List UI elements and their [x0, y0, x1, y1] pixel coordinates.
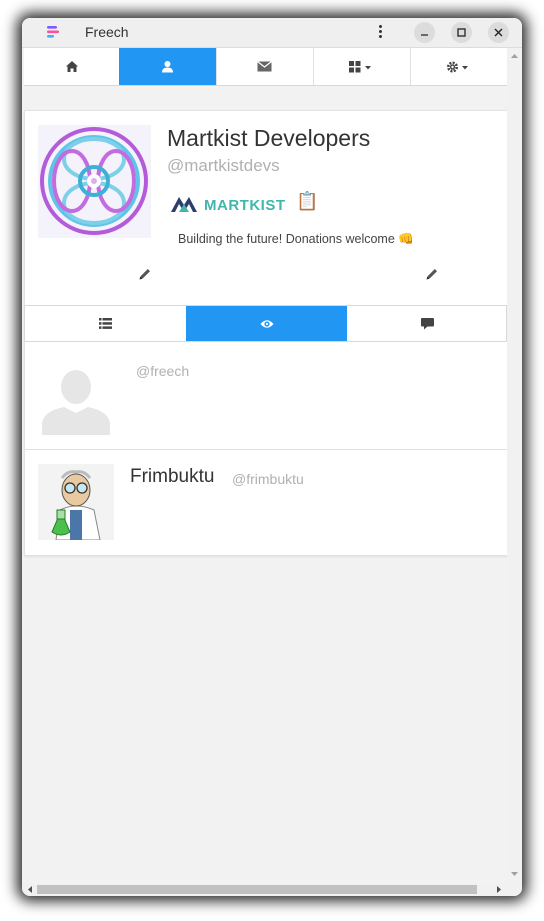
minimize-icon	[421, 34, 428, 36]
svg-text:MARTKIST: MARTKIST	[204, 197, 286, 214]
profile-name: Martkist Developers	[167, 125, 371, 151]
martkist-logo: MARTKIST	[171, 197, 286, 214]
nav-profile-tab[interactable]	[119, 48, 217, 85]
freech-logo-icon	[47, 26, 59, 38]
envelope-icon	[257, 61, 272, 72]
scrollbar-corner	[507, 883, 522, 896]
clipboard-emoji: 📋	[296, 191, 319, 211]
top-navbar	[24, 48, 507, 86]
eye-icon	[260, 319, 273, 328]
window-title: Freech	[85, 24, 129, 40]
list-icon	[99, 318, 112, 329]
tab-posts[interactable]	[25, 306, 186, 341]
minimize-button[interactable]	[414, 22, 435, 43]
scroll-right-icon[interactable]	[493, 883, 505, 896]
scientist-avatar	[38, 464, 114, 540]
following-item-freech[interactable]: @freech	[25, 342, 507, 450]
edit-profile-icon[interactable]	[425, 267, 439, 281]
profile-handle: @martkistdevs	[167, 156, 280, 175]
user-icon	[162, 61, 173, 73]
nav-home-tab[interactable]	[24, 48, 120, 85]
nav-settings-dropdown[interactable]	[410, 48, 507, 85]
default-avatar-icon	[38, 359, 114, 435]
profile-tabs	[24, 305, 507, 342]
profile-avatar	[38, 125, 151, 238]
following-handle: @frimbuktu	[232, 471, 304, 487]
scroll-down-icon[interactable]	[507, 868, 522, 880]
following-item-frimbuktu[interactable]: Frimbuktu @frimbuktu	[25, 450, 507, 555]
maximize-button[interactable]	[451, 22, 472, 43]
close-icon	[494, 28, 503, 37]
home-icon	[65, 61, 78, 72]
nav-apps-dropdown[interactable]	[313, 48, 411, 85]
title-bar: Freech	[22, 18, 522, 48]
vertical-scrollbar[interactable]	[507, 48, 522, 883]
main-content: Martkist Developers @martkistdevs MARTKI…	[22, 48, 507, 883]
tab-mentions[interactable]	[347, 306, 507, 341]
horizontal-scrollbar[interactable]	[22, 883, 507, 896]
maximize-icon	[457, 28, 466, 37]
close-button[interactable]	[488, 22, 509, 43]
edit-avatar-icon[interactable]	[138, 267, 152, 281]
app-window: Freech Martkist Developers @martkistdevs…	[22, 18, 522, 896]
profile-bio: Building the future! Donations welcome 👊	[178, 232, 414, 246]
following-handle: @freech	[136, 363, 190, 379]
tab-following[interactable]	[186, 306, 347, 341]
horizontal-scroll-thumb[interactable]	[37, 885, 477, 894]
window-menu-button[interactable]	[375, 23, 385, 43]
gear-dropdown-icon	[447, 61, 468, 72]
grid-dropdown-icon	[348, 60, 371, 72]
following-name: Frimbuktu	[130, 466, 215, 487]
profile-card: Martkist Developers @martkistdevs MARTKI…	[24, 110, 507, 556]
scroll-up-icon[interactable]	[507, 50, 522, 62]
nav-messages-tab[interactable]	[216, 48, 314, 85]
scroll-left-icon[interactable]	[24, 883, 36, 896]
comment-icon	[421, 317, 434, 329]
